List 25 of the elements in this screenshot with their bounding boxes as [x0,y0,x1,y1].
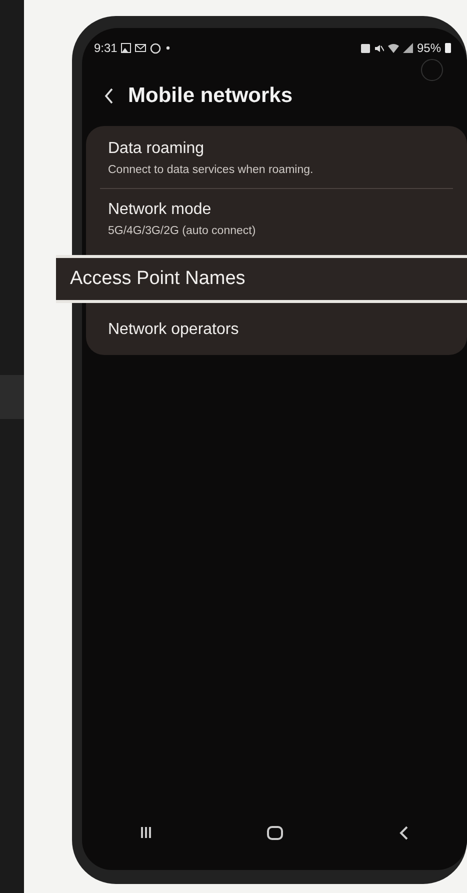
signal-icon [402,43,413,53]
back-icon[interactable] [399,826,410,840]
chat-icon [150,42,162,54]
setting-title: Data roaming [108,140,206,158]
setting-title: Network mode [108,201,212,219]
mute-icon [374,44,384,52]
alarm-icon [360,44,370,52]
camera-icon [421,59,443,81]
setting-title: Network operators [108,321,240,339]
home-icon[interactable] [267,826,284,840]
setting-row[interactable]: Network operators [86,309,467,351]
setting-row[interactable]: Network mode 5G/4G/3G/2G (auto connect) [86,189,467,249]
wifi-icon [388,43,399,53]
setting-row[interactable]: Data roaming Connect to data services when roaming. [86,128,467,188]
mail-icon [135,43,146,53]
highlighted-setting[interactable]: Access Point Names [56,255,467,303]
image-icon [121,43,132,53]
battery-icon [445,43,451,53]
back-icon[interactable] [104,88,114,104]
page-title: Mobile networks [128,84,293,108]
setting-subtitle: Connect to data services when roaming. [108,164,314,176]
recent-apps-icon[interactable] [140,826,152,839]
status-time: 9:31 [94,41,118,55]
setting-subtitle: 5G/4G/3G/2G (auto connect) [108,225,257,237]
battery-percent: 95% [416,41,441,55]
